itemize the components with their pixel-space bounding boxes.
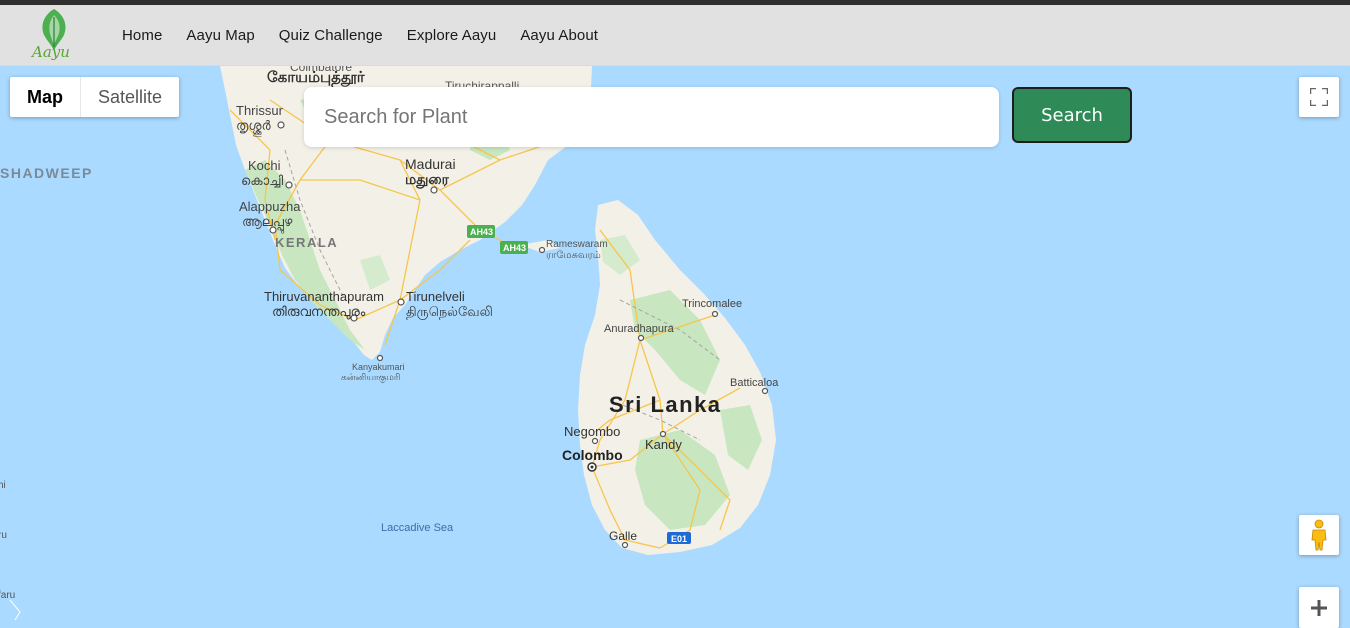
nav-explore-aayu[interactable]: Explore Aayu [407, 27, 497, 44]
label-sri-lanka: Sri Lanka [609, 392, 722, 417]
label-rameswaram-en: Rameswaram [546, 239, 608, 250]
label-alappuzha-ml: ആലപ്പുഴ [242, 214, 293, 229]
map-type-map-button[interactable]: Map [10, 77, 81, 117]
label-ah43-b: AH43 [503, 243, 527, 253]
label-negombo: Negombo [564, 424, 621, 439]
label-left-edge-3: faru [0, 590, 16, 601]
nav-links: Home Aayu Map Quiz Challenge Explore Aay… [122, 5, 622, 66]
label-madurai-en: Madurai [405, 156, 456, 172]
label-kerala: KERALA [275, 235, 339, 250]
logo-text: Aayu [32, 43, 70, 61]
map-type-control: Map Satellite [10, 77, 180, 117]
navbar: Aayu Home Aayu Map Quiz Challenge Explor… [0, 5, 1350, 66]
nav-quiz-challenge[interactable]: Quiz Challenge [279, 27, 383, 44]
pegman-icon [1311, 519, 1327, 551]
label-anuradhapura: Anuradhapura [604, 323, 674, 335]
street-view-pegman[interactable] [1299, 515, 1339, 555]
nav-aayu-map[interactable]: Aayu Map [186, 27, 254, 44]
colombo-capital-dot-inner [590, 465, 594, 469]
label-thrissur-en: Thrissur [236, 103, 283, 118]
label-kanyakumari-en: Kanyakumari [352, 362, 405, 372]
label-colombo: Colombo [562, 447, 623, 463]
label-thiruvananthapuram-en: Thiruvananthapuram [264, 289, 384, 304]
zoom-in-button[interactable] [1299, 587, 1339, 628]
label-laccadive-sea: Laccadive Sea [381, 522, 454, 534]
label-lakshadweep: SHADWEEP [0, 165, 93, 181]
fullscreen-button[interactable] [1299, 77, 1339, 117]
label-alappuzha-en: Alappuzha [239, 199, 301, 214]
map-canvas[interactable]: Coimbatore கோயம்புத்தூர் Tiruchirappalli… [0, 66, 1350, 628]
label-coimbatore-ta: கோயம்புத்தூர் [267, 69, 365, 86]
nav-aayu-about[interactable]: Aayu About [520, 27, 598, 44]
label-batticaloa: Batticaloa [730, 377, 779, 389]
label-kochi-ml: കൊച്ചി [241, 173, 284, 188]
plant-search-input[interactable] [304, 87, 999, 147]
search-button[interactable]: Search [1012, 87, 1132, 143]
map-type-satellite-button[interactable]: Satellite [81, 77, 179, 117]
label-kochi-en: Kochi [248, 158, 281, 173]
label-left-edge-2: ru [0, 530, 7, 541]
label-left-edge-1: hi [0, 480, 6, 491]
label-galle: Galle [609, 529, 638, 543]
label-tirunelveli-ta: திருநெல்வேலி [406, 304, 493, 319]
label-rameswaram-ta: ராமேசுவரம் [546, 250, 601, 261]
label-thrissur-ml: തൃശ്ശൂർ [236, 118, 271, 133]
label-ah43-a: AH43 [470, 227, 494, 237]
label-kandy: Kandy [645, 437, 682, 452]
label-madurai-ta: மதுரை [405, 171, 449, 187]
label-trincomalee: Trincomalee [682, 298, 743, 310]
fullscreen-icon [1310, 88, 1328, 106]
label-tirunelveli-en: Tirunelveli [406, 289, 465, 304]
plus-icon [1311, 599, 1327, 616]
nav-home[interactable]: Home [122, 27, 162, 44]
label-kanyakumari-ta: கன்னியாகுமரி [341, 372, 401, 382]
label-e01: E01 [671, 534, 688, 544]
left-coast-hint [9, 599, 21, 621]
label-thiruvananthapuram-ml: തിരുവനന്തപുരം [272, 304, 366, 319]
